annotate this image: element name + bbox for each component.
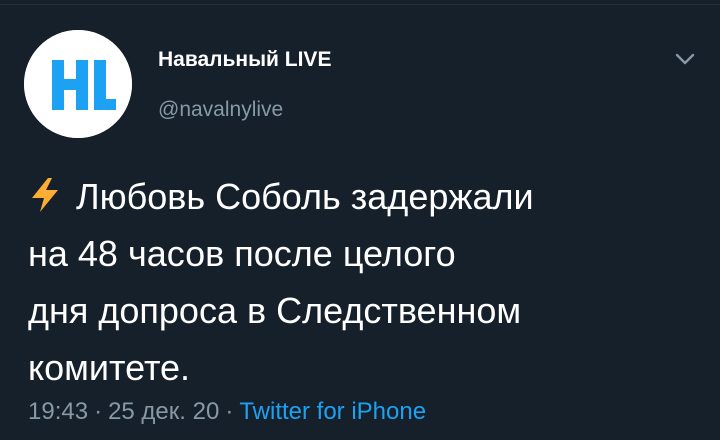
tweet-date[interactable]: 25 дек. 20	[108, 398, 219, 425]
tweet-text-line: на 48 часов после целого	[28, 233, 456, 274]
tweet-text-line: комитете.	[28, 347, 191, 388]
avatar[interactable]	[24, 30, 132, 138]
tweet-text-segment: Любовь Соболь задержали	[76, 176, 534, 217]
tweet-card: Навальный LIVE @navalnylive Любовь Собол…	[0, 0, 720, 440]
display-name[interactable]: Навальный LIVE	[158, 48, 331, 72]
tweet-text-line: Любовь Соболь задержали	[28, 168, 698, 225]
meta-separator: ·	[94, 398, 103, 425]
tweet-source-link[interactable]: Twitter for iPhone	[239, 398, 426, 425]
meta-separator: ·	[225, 398, 234, 425]
handle[interactable]: @navalnylive	[158, 98, 283, 122]
tweet-time[interactable]: 19:43	[28, 398, 88, 425]
navalny-live-logo-icon	[24, 30, 132, 138]
tweet-text-line: дня допроса в Следственном	[28, 290, 522, 331]
lightning-icon	[28, 172, 62, 212]
divider	[0, 4, 720, 5]
tweet-text: Любовь Соболь задержали на 48 часов посл…	[28, 168, 698, 396]
tweet-meta: 19:43 · 25 дек. 20 · Twitter for iPhone	[28, 398, 426, 426]
chevron-down-icon[interactable]	[670, 46, 700, 72]
